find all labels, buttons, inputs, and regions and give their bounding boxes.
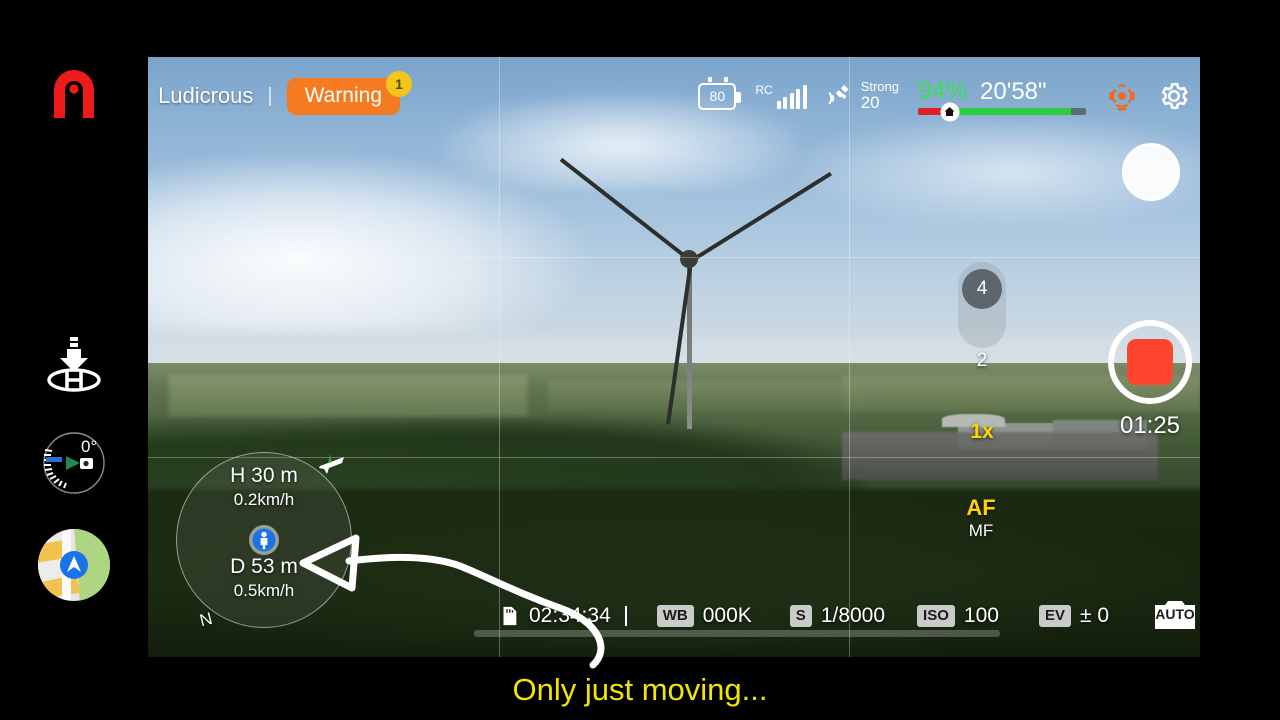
zoom-level-label[interactable]: 1x: [958, 420, 1006, 444]
zoom-option-2[interactable]: 2: [958, 350, 1006, 372]
record-timer: 01:25: [1119, 412, 1181, 439]
field: [169, 375, 527, 417]
battery-level-bar: [918, 102, 1086, 121]
vertical-speed-label: 0.2km/h: [233, 490, 295, 509]
home-point-icon: [247, 523, 281, 557]
distance-label: D 53 m: [230, 555, 298, 578]
grid-line-horizontal: [148, 256, 1200, 258]
aircraft-battery-indicator[interactable]: 80: [698, 76, 742, 110]
grid-line-vertical: [849, 57, 851, 657]
battery-icon: 80: [698, 76, 742, 110]
iso-tag: ISO: [917, 604, 955, 628]
status-top-bar: Ludicrous | Warning 1 80 RC Strong 20 94…: [148, 57, 1200, 135]
gimbal-pitch-indicator[interactable]: 0°: [0, 428, 148, 498]
battery-good-segment: [953, 108, 1071, 115]
focus-mode-mf[interactable]: MF: [950, 521, 1012, 541]
battery-icon-value: 80: [709, 88, 726, 104]
app-logo[interactable]: [0, 70, 148, 120]
left-sidebar: 0°: [0, 0, 148, 720]
home-threshold-marker: [940, 102, 960, 121]
ev-tag: EV: [1038, 604, 1071, 628]
warning-button[interactable]: Warning: [286, 78, 401, 115]
auto-mode-icon: AUTO: [1153, 597, 1197, 636]
home-logo-icon: [54, 70, 94, 118]
signal-bars-icon: [776, 85, 807, 109]
focus-mode-af[interactable]: AF: [950, 495, 1012, 521]
stop-record-icon: [1127, 339, 1173, 385]
gps-strength-label: Strong: [860, 79, 899, 95]
flight-time-remaining: 20'58": [980, 78, 1047, 105]
zoom-option-selected[interactable]: 4: [962, 269, 1002, 309]
recording-capacity-value: 02:34:34: [529, 604, 611, 627]
map-thumbnail-icon: [38, 529, 110, 601]
battery-percent-label: 94%: [918, 77, 969, 105]
gimbal-angle-label: 0°: [81, 437, 97, 456]
sd-capacity-group[interactable]: 02:34:34: [498, 604, 627, 628]
white-balance-group[interactable]: WB 000K: [656, 604, 752, 628]
gps-indicator[interactable]: Strong 20: [826, 80, 899, 111]
return-to-home-button[interactable]: [0, 335, 148, 395]
camera-mode-button[interactable]: AUTO: [1153, 597, 1197, 636]
record-button[interactable]: [1108, 320, 1192, 404]
iso-group[interactable]: ISO 100: [917, 604, 999, 628]
wb-value: 000K: [702, 604, 752, 627]
photo-shutter-button[interactable]: [1122, 143, 1180, 201]
focus-mode-selector[interactable]: AF MF: [950, 495, 1012, 541]
status-indicators: 80 RC Strong 20 94% 20'58": [698, 76, 1200, 121]
satellite-icon: [828, 84, 849, 105]
sd-card-icon: [503, 606, 517, 626]
warning-button-wrapper[interactable]: Warning 1: [286, 71, 413, 115]
shutter-value: 1/8000: [820, 604, 886, 627]
wb-tag: WB: [656, 604, 694, 628]
shutter-tag: S: [789, 604, 812, 628]
camera-mode-label: AUTO: [1155, 605, 1195, 622]
camera-settings-bar: 02:34:34 WB 000K S 1/8000 ISO 100 EV ± 0…: [148, 595, 1200, 637]
iso-value: 100: [963, 604, 999, 627]
gimbal-dial-icon: 0°: [43, 432, 105, 494]
app-root: Ludicrous | Warning 1 80 RC Strong 20 94…: [0, 0, 1280, 720]
flight-mode-label[interactable]: Ludicrous: [158, 83, 253, 109]
caption-text: Only just moving...: [512, 672, 768, 707]
separator: |: [267, 84, 273, 107]
rc-signal-indicator[interactable]: RC: [755, 83, 807, 109]
battery-percent-block[interactable]: 94% 20'58": [918, 77, 1086, 121]
field: [547, 381, 864, 411]
gear-icon[interactable]: [1158, 80, 1190, 112]
warning-count-badge: 1: [386, 71, 413, 97]
map-toggle-button[interactable]: [0, 527, 148, 603]
text-cursor: [624, 606, 627, 626]
return-to-home-icon: [47, 337, 101, 392]
aircraft-icon: [316, 448, 346, 478]
grid-line-vertical: [498, 57, 500, 657]
obstacle-sensing-icon[interactable]: [1105, 79, 1139, 113]
turbine-hub: [680, 249, 699, 268]
shutter-speed-group[interactable]: S 1/8000: [789, 604, 886, 628]
ev-value: ± 0: [1079, 604, 1109, 627]
exposure-group[interactable]: EV ± 0: [1038, 604, 1109, 628]
rc-label: RC: [755, 83, 773, 97]
gps-satellite-count: 20: [860, 92, 880, 112]
